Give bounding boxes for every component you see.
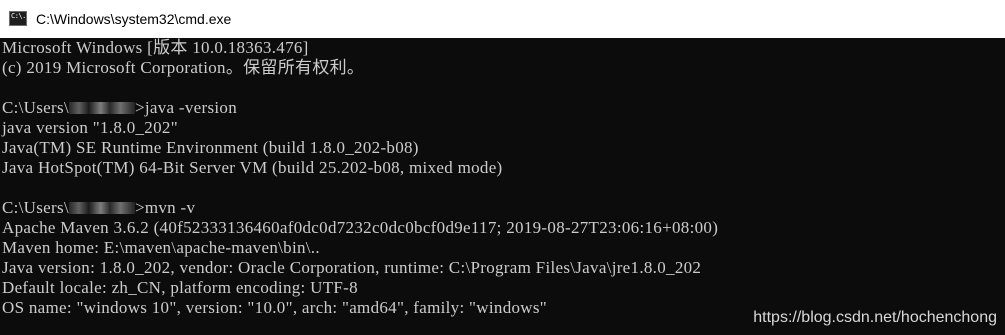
prompt-caret: > xyxy=(134,198,145,217)
console-output[interactable]: Microsoft Windows [版本 10.0.18363.476] (c… xyxy=(0,38,1005,335)
watermark-text: https://blog.csdn.net/hochenchong xyxy=(753,309,997,326)
command-text: mvn -v xyxy=(144,198,196,217)
console-line: Microsoft Windows [版本 10.0.18363.476] xyxy=(2,38,309,57)
console-prompt-line: C:\Users\ >java -version xyxy=(2,98,237,118)
window-title: C:\Windows\system32\cmd.exe xyxy=(36,11,232,27)
cmd-icon-glyph: C:\. xyxy=(11,12,26,20)
console-prompt-line: C:\Users\ >mvn -v xyxy=(2,198,195,218)
command-text: java -version xyxy=(144,98,237,117)
console-line: Maven home: E:\maven\apache-maven\bin\.. xyxy=(2,238,320,257)
prompt-path: C:\Users\ xyxy=(2,98,69,117)
console-line: Java HotSpot(TM) 64-Bit Server VM (build… xyxy=(2,158,503,177)
console-line: Default locale: zh_CN, platform encoding… xyxy=(2,278,358,297)
console-line: Java(TM) SE Runtime Environment (build 1… xyxy=(2,138,419,157)
console-line: OS name: "windows 10", version: "10.0", … xyxy=(2,298,548,317)
cmd-console-icon[interactable]: C:\. xyxy=(9,11,27,26)
prompt-caret: > xyxy=(134,98,145,117)
title-bar[interactable]: C:\. C:\Windows\system32\cmd.exe xyxy=(0,0,1005,38)
prompt-path: C:\Users\ xyxy=(2,198,69,217)
cmd-window: C:\. C:\Windows\system32\cmd.exe Microso… xyxy=(0,0,1005,335)
redacted-username xyxy=(68,102,135,114)
console-line: Apache Maven 3.6.2 (40f52333136460af0dc0… xyxy=(2,218,719,237)
console-line: Java version: 1.8.0_202, vendor: Oracle … xyxy=(2,258,702,277)
console-line: (c) 2019 Microsoft Corporation。保留所有权利。 xyxy=(2,58,365,77)
console-line: java version "1.8.0_202" xyxy=(2,118,178,137)
redacted-username xyxy=(68,202,135,214)
